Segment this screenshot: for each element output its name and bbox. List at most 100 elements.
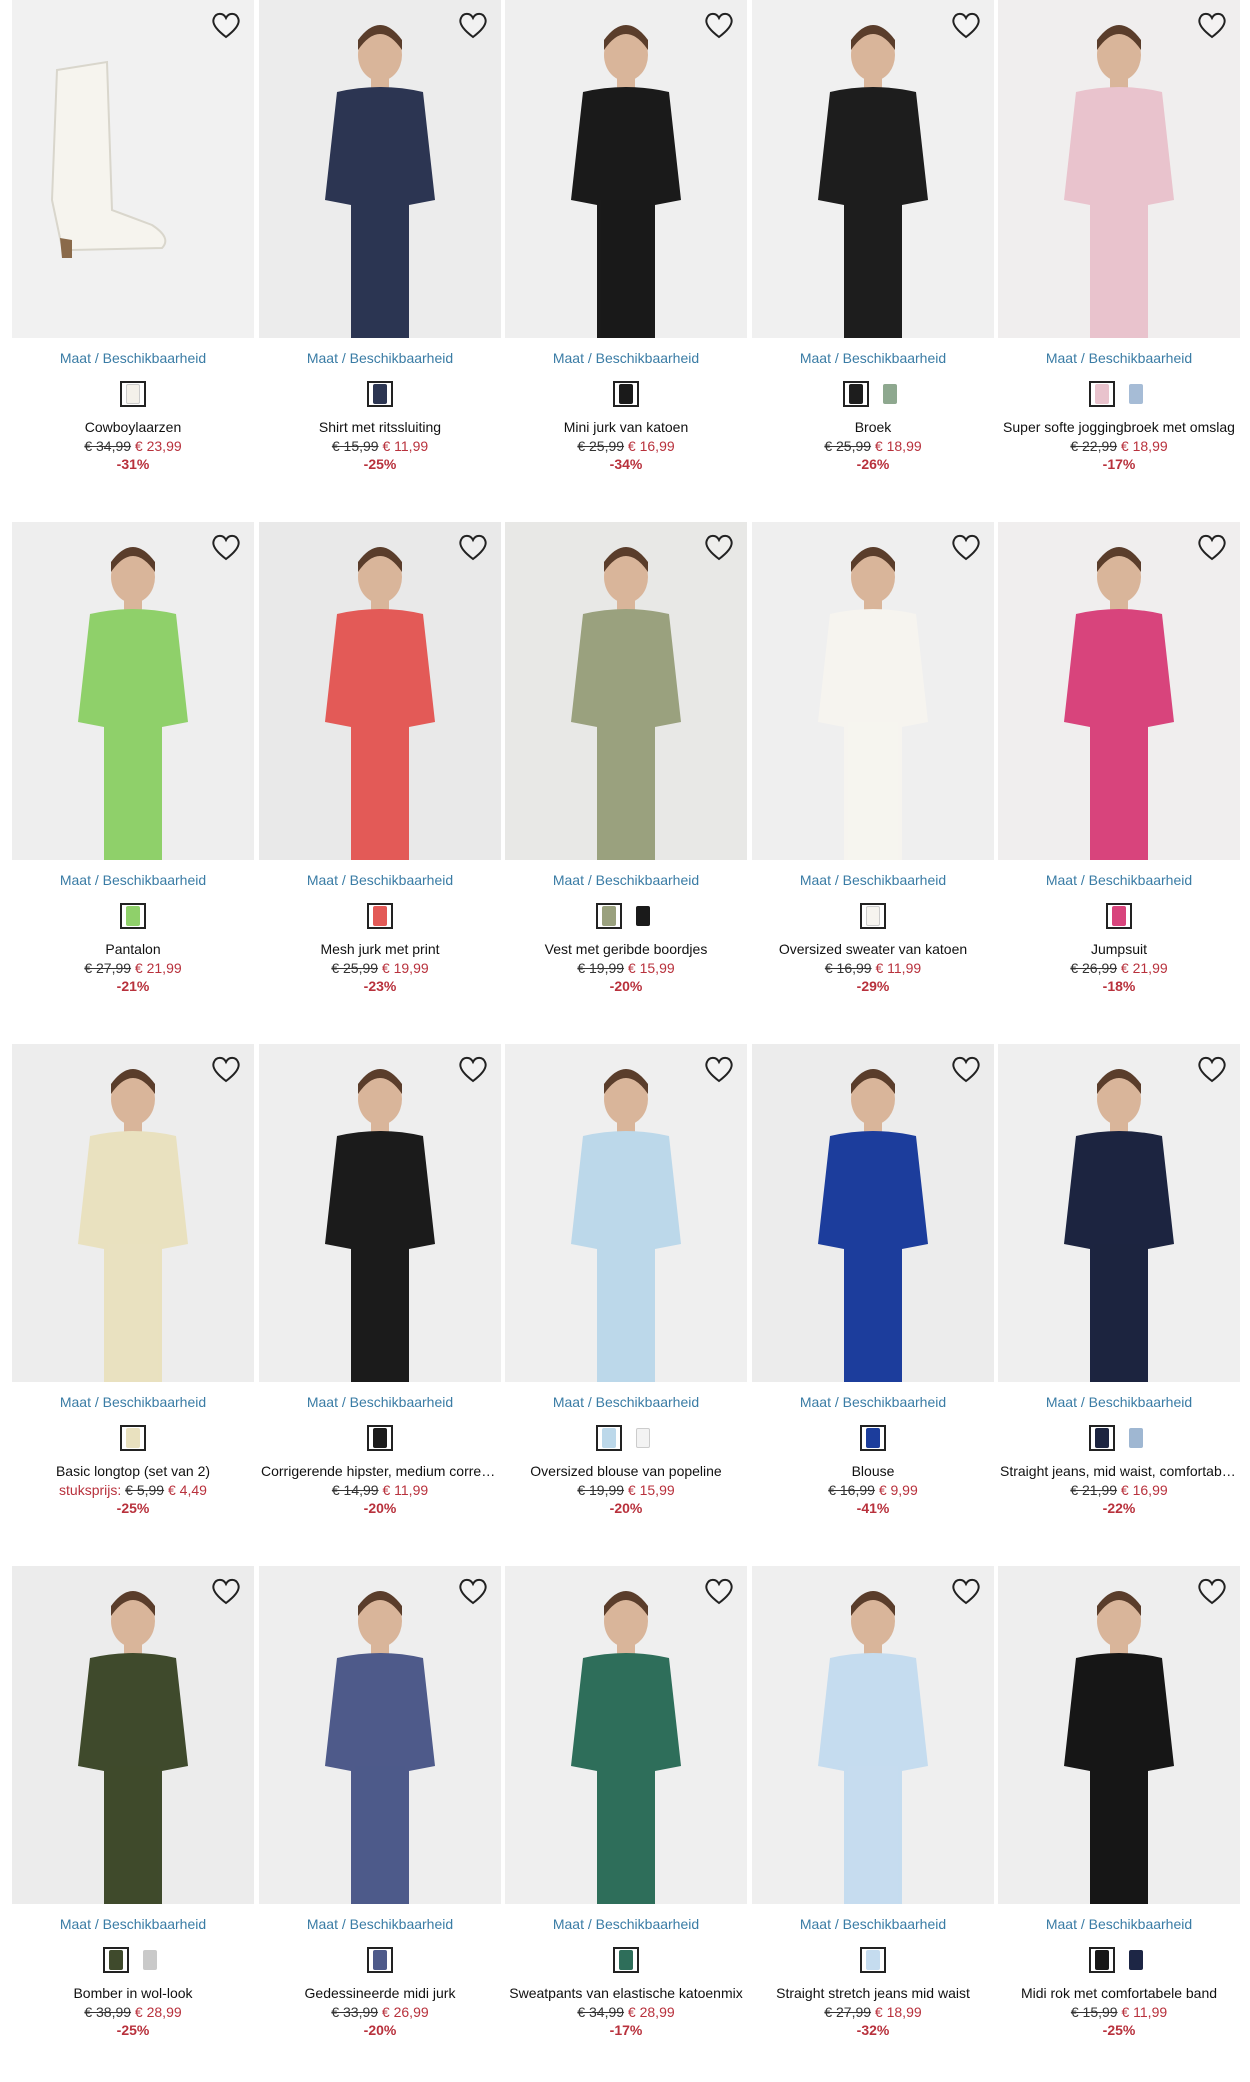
size-availability-link[interactable]: Maat / Beschikbaarheid (259, 1916, 501, 1934)
product-card[interactable]: Maat / Beschikbaarheid Basic longtop (set… (12, 1044, 254, 1516)
product-image[interactable] (998, 1044, 1240, 1382)
wishlist-heart-icon[interactable] (457, 532, 489, 562)
product-image[interactable] (12, 1044, 254, 1382)
product-name[interactable]: Super softe joggingbroek met omslag (998, 419, 1240, 435)
product-card[interactable]: Maat / Beschikbaarheid Jumpsuit € 26,99 € … (998, 522, 1240, 994)
size-availability-link[interactable]: Maat / Beschikbaarheid (752, 872, 994, 890)
size-availability-link[interactable]: Maat / Beschikbaarheid (998, 350, 1240, 368)
wishlist-heart-icon[interactable] (1196, 1054, 1228, 1084)
wishlist-heart-icon[interactable] (1196, 532, 1228, 562)
wishlist-heart-icon[interactable] (210, 1576, 242, 1606)
wishlist-heart-icon[interactable] (210, 10, 242, 40)
product-card[interactable]: Maat / Beschikbaarheid Bomber in wol-look… (12, 1566, 254, 2038)
product-image[interactable] (752, 1566, 994, 1904)
product-image[interactable] (12, 0, 254, 338)
wishlist-heart-icon[interactable] (210, 1054, 242, 1084)
size-availability-link[interactable]: Maat / Beschikbaarheid (259, 350, 501, 368)
color-swatch[interactable] (630, 1425, 656, 1451)
product-name[interactable]: Straight jeans, mid waist, comfortabele … (998, 1463, 1240, 1479)
product-name[interactable]: Jumpsuit (998, 941, 1240, 957)
size-availability-link[interactable]: Maat / Beschikbaarheid (12, 872, 254, 890)
size-availability-link[interactable]: Maat / Beschikbaarheid (752, 350, 994, 368)
size-availability-link[interactable]: Maat / Beschikbaarheid (259, 872, 501, 890)
color-swatch[interactable] (137, 1947, 163, 1973)
color-swatch[interactable] (120, 903, 146, 929)
wishlist-heart-icon[interactable] (210, 532, 242, 562)
product-image[interactable] (505, 0, 747, 338)
size-availability-link[interactable]: Maat / Beschikbaarheid (505, 1394, 747, 1412)
wishlist-heart-icon[interactable] (457, 10, 489, 40)
product-image[interactable] (505, 1044, 747, 1382)
wishlist-heart-icon[interactable] (950, 1054, 982, 1084)
product-name[interactable]: Oversized sweater van katoen (752, 941, 994, 957)
wishlist-heart-icon[interactable] (457, 1054, 489, 1084)
product-card[interactable]: Maat / Beschikbaarheid Midi rok met comfo… (998, 1566, 1240, 2038)
product-image[interactable] (998, 0, 1240, 338)
color-swatch[interactable] (1123, 1947, 1149, 1973)
product-card[interactable]: Maat / Beschikbaarheid Vest met geribde b… (505, 522, 747, 994)
size-availability-link[interactable]: Maat / Beschikbaarheid (752, 1916, 994, 1934)
wishlist-heart-icon[interactable] (1196, 10, 1228, 40)
color-swatch[interactable] (367, 381, 393, 407)
product-name[interactable]: Vest met geribde boordjes (505, 941, 747, 957)
wishlist-heart-icon[interactable] (703, 1576, 735, 1606)
size-availability-link[interactable]: Maat / Beschikbaarheid (998, 1394, 1240, 1412)
product-name[interactable]: Broek (752, 419, 994, 435)
product-card[interactable]: Maat / Beschikbaarheid Mesh jurk met prin… (259, 522, 501, 994)
product-name[interactable]: Bomber in wol-look (12, 1985, 254, 2001)
color-swatch[interactable] (860, 1947, 886, 1973)
size-availability-link[interactable]: Maat / Beschikbaarheid (998, 872, 1240, 890)
color-swatch[interactable] (1123, 1425, 1149, 1451)
product-name[interactable]: Blouse (752, 1463, 994, 1479)
color-swatch[interactable] (367, 903, 393, 929)
wishlist-heart-icon[interactable] (703, 532, 735, 562)
wishlist-heart-icon[interactable] (950, 532, 982, 562)
size-availability-link[interactable]: Maat / Beschikbaarheid (998, 1916, 1240, 1934)
product-card[interactable]: Maat / Beschikbaarheid Straight jeans, mi… (998, 1044, 1240, 1516)
product-name[interactable]: Straight stretch jeans mid waist (752, 1985, 994, 2001)
size-availability-link[interactable]: Maat / Beschikbaarheid (505, 1916, 747, 1934)
product-image[interactable] (12, 1566, 254, 1904)
color-swatch[interactable] (860, 1425, 886, 1451)
product-card[interactable]: Maat / Beschikbaarheid Oversized sweater … (752, 522, 994, 994)
product-name[interactable]: Cowboylaarzen (12, 419, 254, 435)
size-availability-link[interactable]: Maat / Beschikbaarheid (12, 1916, 254, 1934)
product-name[interactable]: Mesh jurk met print (259, 941, 501, 957)
color-swatch[interactable] (1089, 1947, 1115, 1973)
product-card[interactable]: Maat / Beschikbaarheid Straight stretch j… (752, 1566, 994, 2038)
product-card[interactable]: Maat / Beschikbaarheid Sweatpants van ela… (505, 1566, 747, 2038)
product-image[interactable] (752, 522, 994, 860)
color-swatch[interactable] (1089, 1425, 1115, 1451)
color-swatch[interactable] (877, 381, 903, 407)
color-swatch[interactable] (596, 1425, 622, 1451)
wishlist-heart-icon[interactable] (703, 10, 735, 40)
product-card[interactable]: Maat / Beschikbaarheid Super softe joggin… (998, 0, 1240, 472)
color-swatch[interactable] (860, 903, 886, 929)
product-card[interactable]: Maat / Beschikbaarheid Mini jurk van kato… (505, 0, 747, 472)
product-name[interactable]: Mini jurk van katoen (505, 419, 747, 435)
size-availability-link[interactable]: Maat / Beschikbaarheid (752, 1394, 994, 1412)
product-name[interactable]: Pantalon (12, 941, 254, 957)
product-image[interactable] (505, 1566, 747, 1904)
wishlist-heart-icon[interactable] (950, 1576, 982, 1606)
product-card[interactable]: Maat / Beschikbaarheid Blouse € 16,99 € 9,… (752, 1044, 994, 1516)
product-image[interactable] (998, 522, 1240, 860)
product-name[interactable]: Oversized blouse van popeline (505, 1463, 747, 1479)
wishlist-heart-icon[interactable] (950, 10, 982, 40)
size-availability-link[interactable]: Maat / Beschikbaarheid (12, 350, 254, 368)
size-availability-link[interactable]: Maat / Beschikbaarheid (12, 1394, 254, 1412)
product-card[interactable]: Maat / Beschikbaarheid Gedessineerde midi… (259, 1566, 501, 2038)
size-availability-link[interactable]: Maat / Beschikbaarheid (259, 1394, 501, 1412)
color-swatch[interactable] (1106, 903, 1132, 929)
product-image[interactable] (259, 1566, 501, 1904)
color-swatch[interactable] (613, 381, 639, 407)
product-image[interactable] (752, 0, 994, 338)
product-name[interactable]: Gedessineerde midi jurk (259, 1985, 501, 2001)
color-swatch[interactable] (1089, 381, 1115, 407)
color-swatch[interactable] (120, 381, 146, 407)
size-availability-link[interactable]: Maat / Beschikbaarheid (505, 350, 747, 368)
product-image[interactable] (259, 522, 501, 860)
color-swatch[interactable] (596, 903, 622, 929)
product-name[interactable]: Shirt met ritssluiting (259, 419, 501, 435)
product-image[interactable] (259, 1044, 501, 1382)
